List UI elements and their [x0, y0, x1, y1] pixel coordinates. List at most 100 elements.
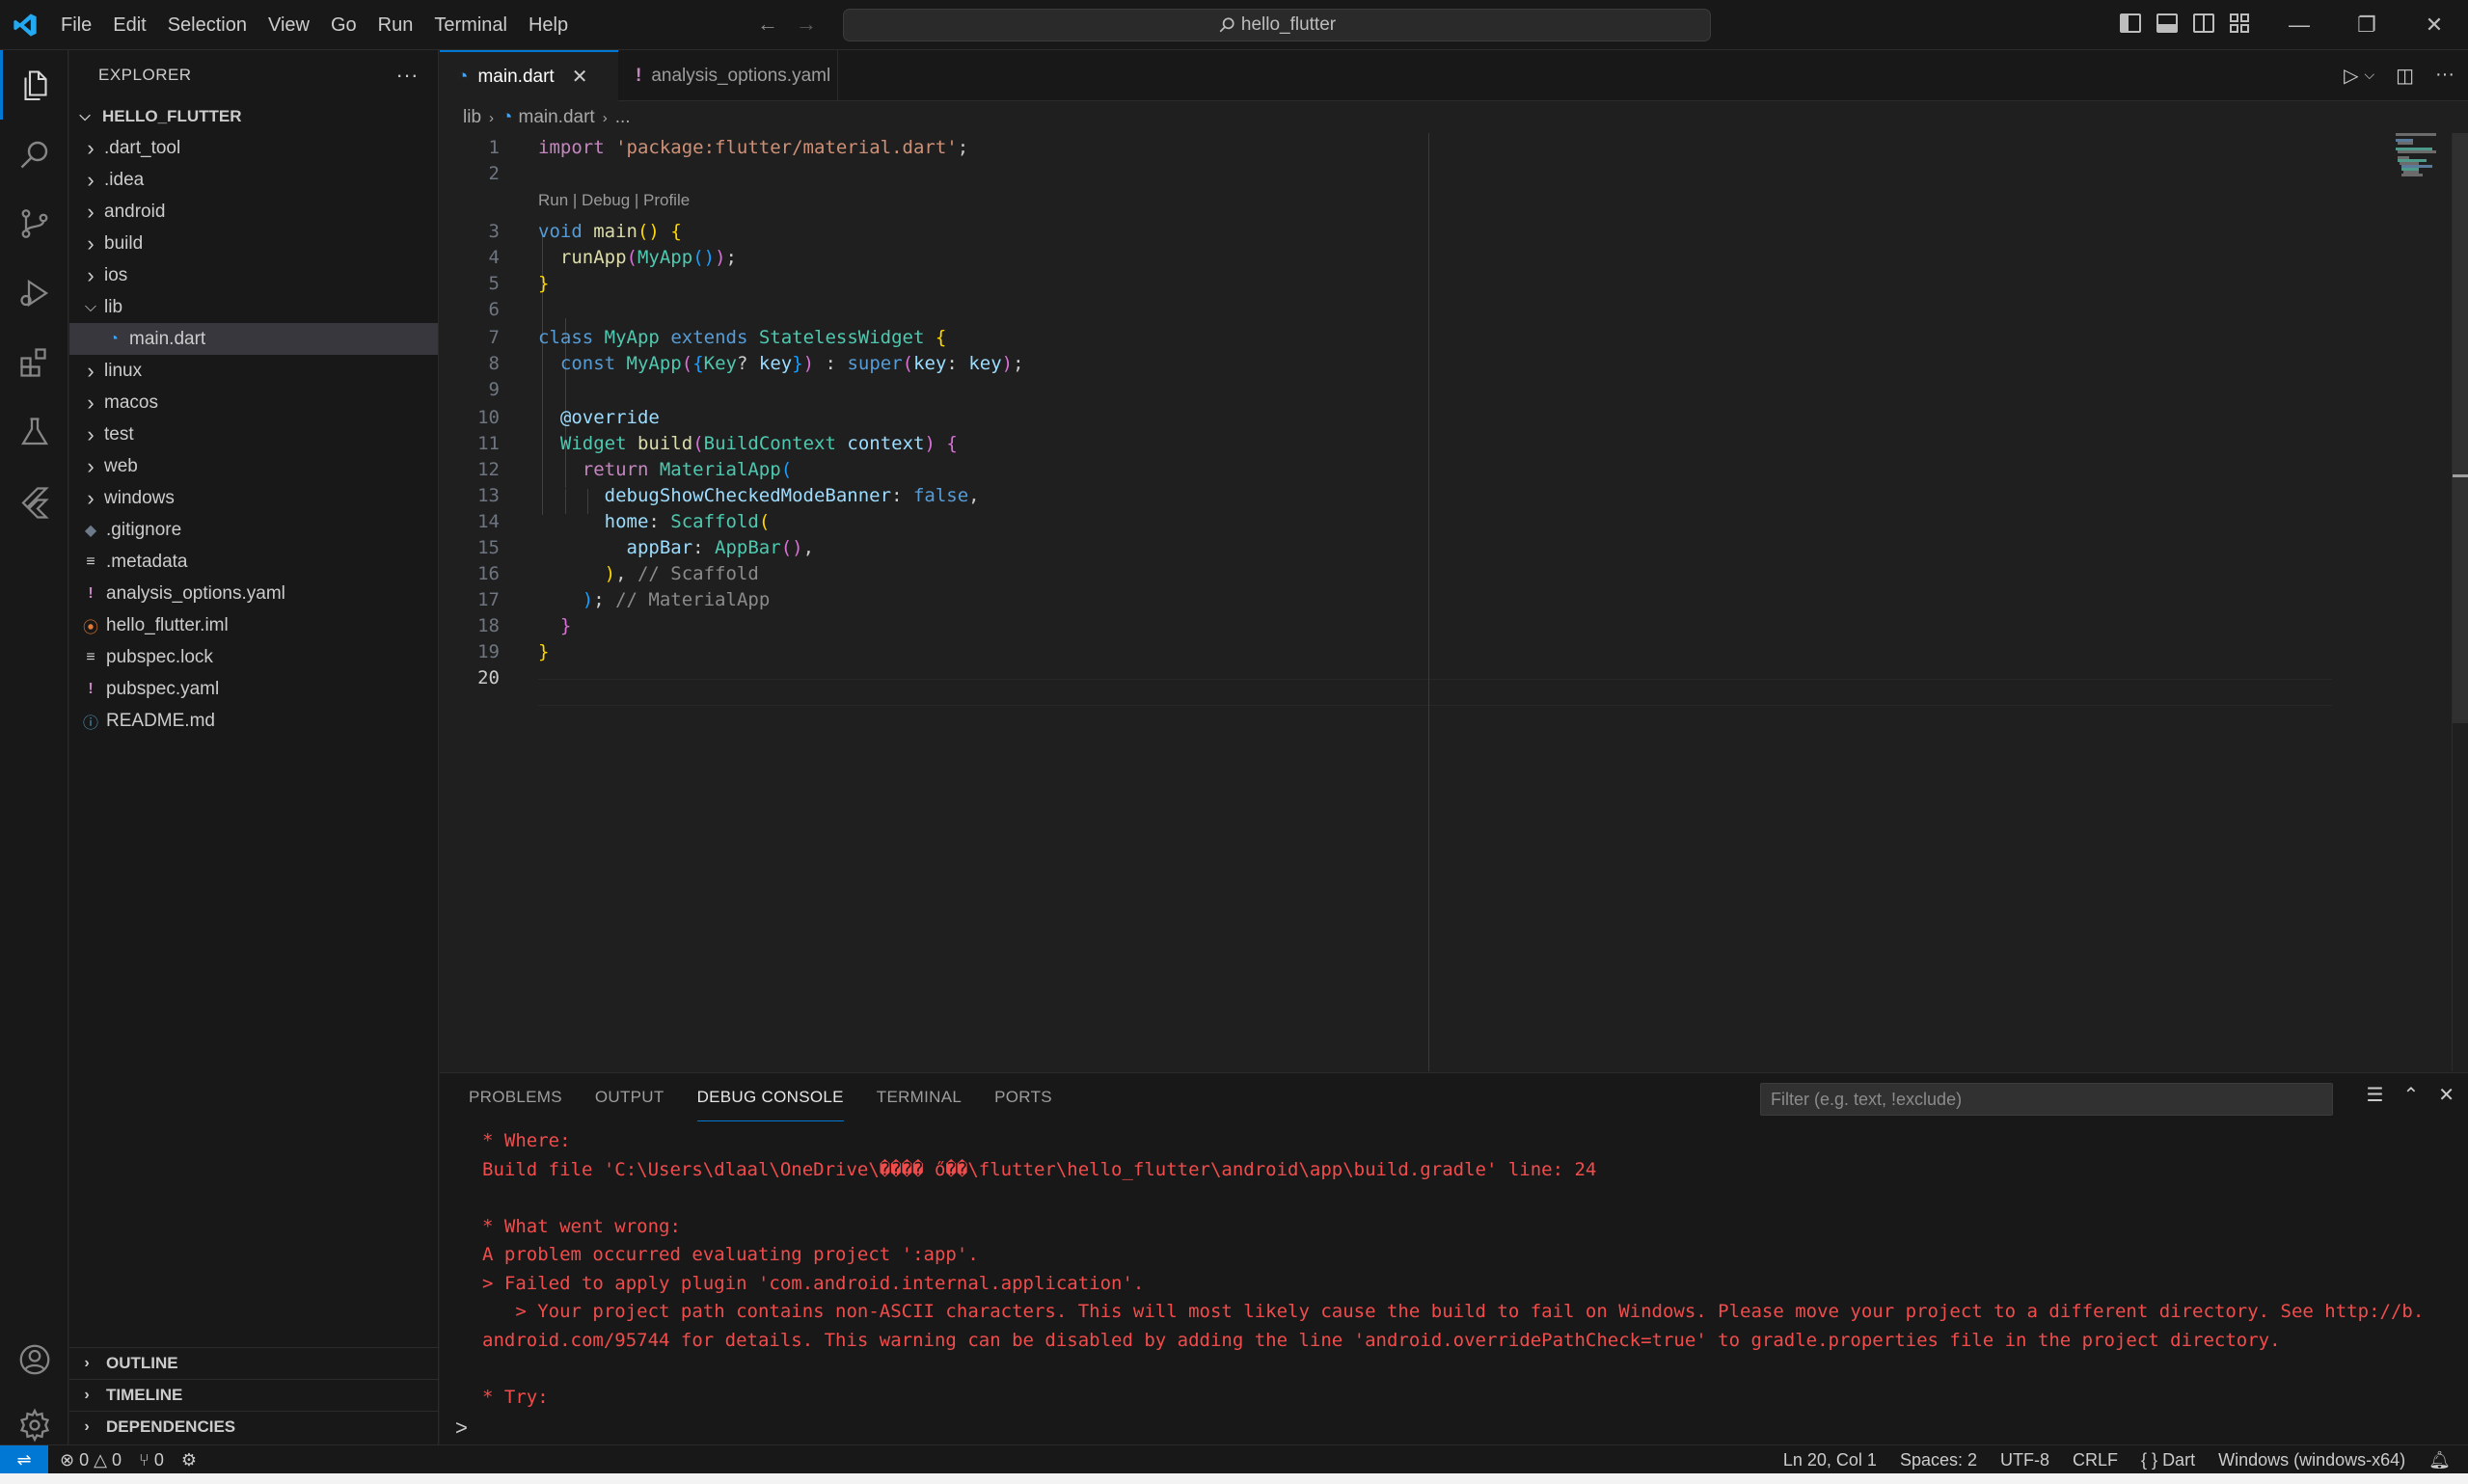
debug-status-icon[interactable]: ⚙ — [181, 1450, 197, 1471]
line-number: 10 — [477, 407, 500, 428]
run-debug-icon[interactable] — [0, 258, 68, 328]
dart-file-icon: ◔ — [502, 107, 513, 127]
breadcrumb-file[interactable]: main.dart — [519, 107, 595, 128]
panel-tab-output[interactable]: OUTPUT — [595, 1073, 664, 1121]
problems-status[interactable]: ⊗ 0 △ 0 — [60, 1450, 122, 1471]
notifications-bell-icon[interactable]: 🔔︎ — [2428, 1450, 2451, 1471]
codelens-run-debug-profile[interactable]: Run | Debug | Profile — [538, 191, 690, 210]
toggle-secondary-sidebar-icon[interactable] — [2193, 13, 2214, 33]
maximize-panel-icon[interactable]: ⌃ — [2402, 1083, 2419, 1107]
toggle-panel-icon[interactable] — [2156, 13, 2178, 33]
more-actions-icon[interactable]: ··· — [2435, 64, 2454, 88]
timeline-section[interactable]: › TIMELINE — [69, 1379, 439, 1411]
testing-icon[interactable] — [0, 397, 68, 467]
debug-console-output[interactable]: * Where: Build file 'C:\Users\dlaal\OneDr… — [482, 1127, 2459, 1412]
indentation[interactable]: Spaces: 2 — [1900, 1450, 1977, 1471]
tree-folder[interactable]: › ios — [69, 259, 438, 291]
tree-folder[interactable]: › .idea — [69, 164, 438, 196]
tree-file[interactable]: ◆ .gitignore — [69, 514, 438, 546]
tree-file[interactable]: ⓘ README.md — [69, 705, 438, 737]
accounts-icon[interactable] — [0, 1325, 68, 1394]
chevron-down-icon[interactable]: ⌵ — [2364, 67, 2374, 88]
menu-bar: File Edit Selection View Go Run Terminal… — [50, 0, 579, 50]
tree-folder[interactable]: › android — [69, 196, 438, 228]
toggle-primary-sidebar-icon[interactable] — [2120, 13, 2141, 33]
tree-file[interactable]: ⦿ hello_flutter.iml — [69, 609, 438, 641]
menu-view[interactable]: View — [258, 9, 320, 41]
console-prompt-icon[interactable]: > — [455, 1416, 468, 1441]
language-mode[interactable]: { } Dart — [2141, 1450, 2195, 1471]
tree-folder[interactable]: ⌵ lib — [69, 291, 438, 323]
tab-analysis-options[interactable]: ! analysis_options.yaml — [618, 50, 838, 101]
tree-file[interactable]: ≡ pubspec.lock — [69, 641, 438, 673]
line-number: 11 — [477, 433, 500, 454]
tree-folder[interactable]: › macos — [69, 387, 438, 418]
remote-indicator-icon[interactable]: ⇌ — [0, 1445, 48, 1474]
tree-file[interactable]: ! pubspec.yaml — [69, 673, 438, 705]
tree-file[interactable]: ◔ main.dart — [69, 323, 438, 355]
end-of-line[interactable]: CRLF — [2073, 1450, 2118, 1471]
menu-file[interactable]: File — [50, 9, 102, 41]
code-editor[interactable]: 1 2 3 4 5 6 7 8 9 10 11 12 13 14 15 16 17 18 19 20 Run | De… — [440, 133, 2468, 1071]
minimize-icon[interactable]: — — [2265, 0, 2333, 50]
console-line: * What went wrong: — [482, 1215, 681, 1237]
panel-tab-ports[interactable]: PORTS — [994, 1073, 1052, 1121]
dependencies-label: DEPENDENCIES — [106, 1417, 236, 1436]
menu-run[interactable]: Run — [367, 9, 424, 41]
more-actions-icon[interactable]: ··· — [396, 63, 419, 88]
chevron-down-icon: ⌵ — [79, 108, 91, 124]
menu-selection[interactable]: Selection — [157, 9, 258, 41]
menu-go[interactable]: Go — [320, 9, 367, 41]
panel-tab-debug-console[interactable]: DEBUG CONSOLE — [696, 1073, 844, 1121]
cursor-position[interactable]: Ln 20, Col 1 — [1783, 1450, 1877, 1471]
tree-folder[interactable]: › windows — [69, 482, 438, 514]
panel-tab-problems[interactable]: PROBLEMS — [469, 1073, 562, 1121]
tree-folder[interactable]: › build — [69, 228, 438, 259]
tree-item-label: build — [104, 232, 144, 254]
breadcrumb-symbol[interactable]: ... — [615, 107, 631, 128]
split-editor-icon[interactable]: ◫ — [2396, 64, 2414, 88]
braces-icon: { } — [2141, 1449, 2158, 1470]
flutter-icon[interactable] — [0, 467, 68, 536]
close-panel-icon[interactable]: ✕ — [2438, 1083, 2454, 1107]
breadcrumb-lib[interactable]: lib — [463, 107, 481, 128]
forward-arrow-icon[interactable]: → — [796, 12, 817, 37]
search-activity-icon[interactable] — [0, 120, 68, 189]
menu-help[interactable]: Help — [518, 9, 579, 41]
tree-folder[interactable]: › web — [69, 450, 438, 482]
code-line-7: class MyApp extends StatelessWidget { — [538, 327, 947, 348]
tab-main-dart[interactable]: ◔ main.dart ✕ — [440, 50, 618, 101]
line-number: 19 — [477, 641, 500, 662]
close-window-icon[interactable]: ✕ — [2400, 0, 2468, 50]
tree-folder[interactable]: › linux — [69, 355, 438, 387]
back-arrow-icon[interactable]: ← — [757, 12, 778, 37]
panel-tab-terminal[interactable]: TERMINAL — [877, 1073, 962, 1121]
debug-console-filter-input[interactable]: Filter (e.g. text, !exclude) — [1760, 1083, 2333, 1116]
tree-file[interactable]: ! analysis_options.yaml — [69, 578, 438, 609]
source-control-icon[interactable] — [0, 189, 68, 258]
extensions-icon[interactable] — [0, 328, 68, 397]
menu-terminal[interactable]: Terminal — [423, 9, 518, 41]
workspace-root-folder[interactable]: ⌵ HELLO_FLUTTER — [69, 100, 438, 132]
editor-scrollbar[interactable] — [2452, 133, 2468, 1071]
clear-console-icon[interactable]: ☰ — [2367, 1083, 2384, 1107]
close-tab-icon[interactable]: ✕ — [572, 65, 588, 89]
customize-layout-icon[interactable] — [2230, 13, 2251, 33]
minimap[interactable] — [2338, 133, 2452, 1071]
console-line: android.com/95744 for details. This warn… — [482, 1329, 2281, 1351]
tree-folder[interactable]: › test — [69, 418, 438, 450]
explorer-icon[interactable] — [0, 50, 68, 120]
chevron-right-icon: › — [84, 1418, 90, 1435]
dependencies-section[interactable]: › DEPENDENCIES — [69, 1411, 439, 1443]
menu-edit[interactable]: Edit — [102, 9, 156, 41]
ports-status[interactable]: ⑂ 0 — [139, 1450, 164, 1471]
command-center-search[interactable]: hello_flutter — [843, 9, 1711, 41]
target-platform[interactable]: Windows (windows-x64) — [2218, 1450, 2405, 1471]
tree-folder[interactable]: › .dart_tool — [69, 132, 438, 164]
outline-section[interactable]: › OUTLINE — [69, 1347, 439, 1379]
run-file-icon[interactable]: ▷ — [2344, 64, 2358, 88]
file-encoding[interactable]: UTF-8 — [2000, 1450, 2049, 1471]
tree-file[interactable]: ≡ .metadata — [69, 546, 438, 578]
scrollbar-thumb[interactable] — [2453, 133, 2468, 723]
restore-icon[interactable]: ❐ — [2333, 0, 2400, 50]
